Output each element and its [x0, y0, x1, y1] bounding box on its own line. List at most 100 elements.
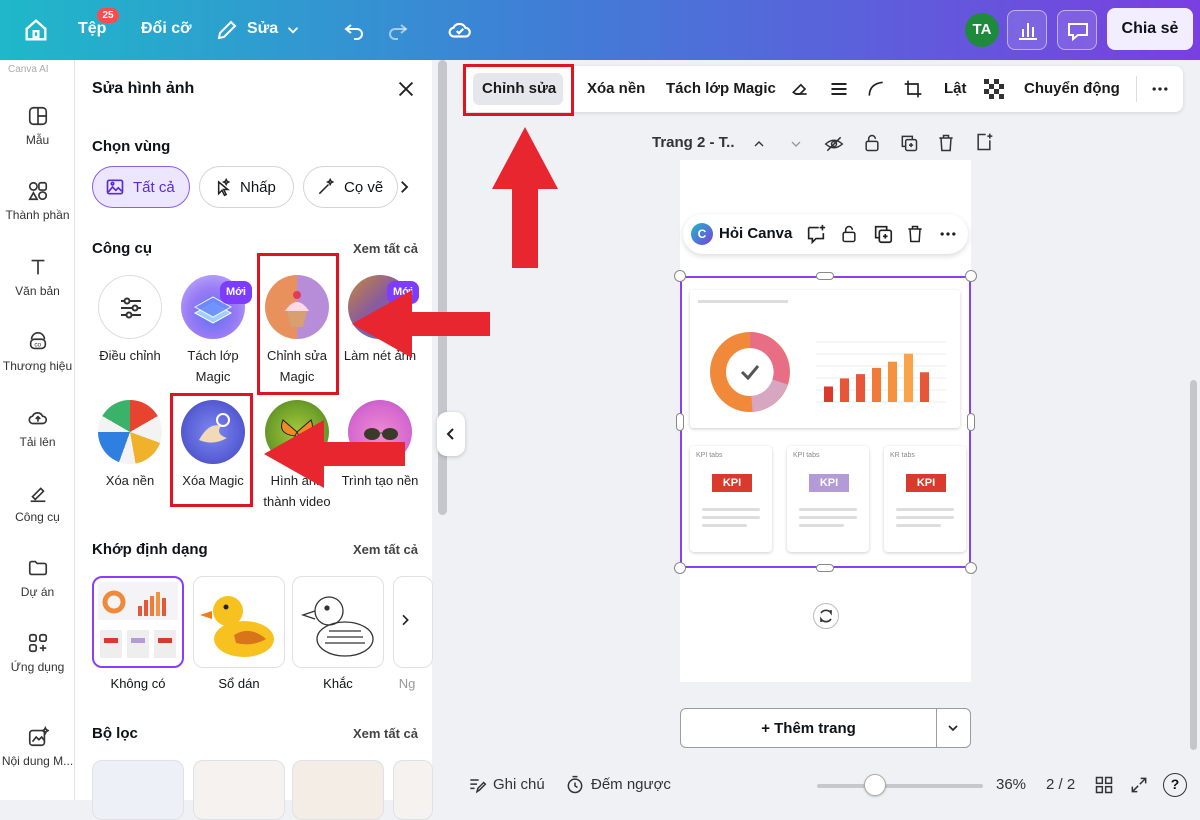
filter-thumb[interactable] [92, 760, 184, 820]
zoom-slider-track[interactable] [817, 784, 983, 788]
trash-icon[interactable] [905, 223, 925, 245]
lock-icon[interactable] [862, 133, 882, 153]
folder-icon [28, 560, 47, 576]
help-button[interactable]: ? [1163, 773, 1187, 797]
magic-layers-button[interactable]: Tách lớp Magic [666, 80, 776, 97]
corner-radius-icon[interactable] [866, 79, 886, 99]
resize-handle[interactable] [967, 413, 975, 431]
comment-add-icon[interactable] [805, 223, 827, 245]
pencil-icon [217, 20, 237, 40]
add-page-button[interactable]: + Thêm trang [680, 708, 971, 748]
brand-icon: co [29, 332, 46, 350]
share-button[interactable]: Chia sẻ [1107, 8, 1193, 50]
nav-item-brand[interactable]: co Thương hiệu [0, 331, 75, 373]
resize-handle[interactable] [965, 270, 977, 282]
timer-button[interactable]: Đếm ngược [591, 776, 671, 793]
insights-button[interactable] [1007, 10, 1047, 50]
notification-badge: 25 [97, 8, 119, 23]
notes-button[interactable]: Ghi chú [493, 776, 545, 793]
chevron-right-icon[interactable] [397, 612, 413, 628]
crop-icon[interactable] [903, 79, 923, 99]
zoom-level[interactable]: 36% [996, 776, 1026, 793]
undo-icon[interactable] [342, 16, 366, 44]
filter-thumb[interactable] [193, 760, 285, 820]
ask-canva-button[interactable]: Hỏi Canva [719, 225, 792, 242]
fullscreen-icon[interactable] [1129, 775, 1149, 795]
chip-all[interactable]: Tất cả [92, 166, 190, 208]
resize-handle[interactable] [676, 413, 684, 431]
resize-handle[interactable] [674, 562, 686, 574]
eraser-icon[interactable] [790, 79, 810, 99]
resize-menu[interactable]: Đổi cỡ [141, 20, 192, 38]
chevron-down-icon[interactable] [945, 720, 961, 736]
chevron-right-icon[interactable] [395, 178, 413, 196]
zoom-slider-thumb[interactable] [864, 774, 886, 796]
nav-item-uploads[interactable]: Tải lên [0, 407, 75, 449]
remove-bg-button[interactable]: Xóa nền [587, 80, 645, 97]
chevron-down-icon[interactable] [787, 136, 805, 152]
tools-see-all[interactable]: Xem tất cả [353, 241, 418, 256]
template-icon [28, 106, 47, 126]
grid-view-icon[interactable] [1094, 775, 1114, 795]
avatar[interactable]: TA [965, 13, 999, 47]
style-thumb-scrapbook[interactable] [193, 576, 285, 668]
comments-button[interactable] [1057, 10, 1097, 50]
chip-brush[interactable]: Cọ vẽ [303, 166, 398, 208]
edit-menu[interactable]: Sửa [247, 20, 278, 38]
tool-remove-bg[interactable]: Xóa nền [89, 400, 171, 491]
nav-item-apps[interactable]: Ứng dụng [0, 632, 75, 674]
nav-label: Dự án [20, 585, 55, 599]
border-style-icon[interactable] [828, 79, 850, 99]
filter-thumb[interactable] [393, 760, 433, 820]
flip-button[interactable]: Lật [944, 80, 967, 97]
resize-handle[interactable] [965, 562, 977, 574]
new-badge: Mới [219, 281, 252, 304]
style-thumb-none[interactable] [92, 576, 184, 668]
animate-button[interactable]: Chuyển động [1024, 80, 1120, 97]
beach-ball-icon [98, 400, 162, 464]
nav-item-elements[interactable]: Thành phần [0, 180, 75, 222]
more-icon[interactable] [1149, 79, 1171, 99]
close-icon[interactable] [395, 78, 417, 100]
canvas-scrollbar[interactable] [1190, 380, 1197, 750]
nav-item-tools[interactable]: Công cụ [0, 482, 75, 524]
filters-title: Bộ lọc [92, 725, 138, 742]
chevron-down-icon[interactable] [284, 16, 302, 44]
duck-icon [200, 596, 274, 657]
tool-adjust[interactable]: Điều chỉnh [89, 275, 171, 366]
duplicate-icon[interactable] [872, 223, 894, 245]
nav-item-templates[interactable]: Mẫu [0, 105, 75, 147]
style-label: Sổ dán [218, 676, 260, 691]
nav-item-magic-media[interactable]: Nội dung M... [0, 726, 75, 768]
tool-magic-layers[interactable]: Mới Tách lớp Magic [172, 275, 254, 387]
collapse-panel-button[interactable] [437, 412, 465, 456]
redo-icon[interactable] [386, 16, 410, 44]
notes-icon[interactable] [467, 775, 487, 795]
rotate-handle[interactable] [813, 603, 839, 629]
tool-label: Tách lớp Magic [187, 348, 239, 384]
cloud-check-icon[interactable] [447, 16, 473, 44]
page-count[interactable]: 2 / 2 [1046, 776, 1075, 793]
more-icon[interactable] [937, 224, 959, 244]
duplicate-icon[interactable] [899, 133, 919, 153]
trash-icon[interactable] [936, 133, 956, 153]
eye-icon[interactable] [823, 134, 845, 154]
style-thumb-engrave[interactable] [292, 576, 384, 668]
chevron-up-icon[interactable] [750, 136, 768, 152]
style-match-see-all[interactable]: Xem tất cả [353, 542, 418, 557]
chip-click[interactable]: Nhấp [199, 166, 294, 208]
nav-item-text[interactable]: Văn bản [0, 256, 75, 298]
resize-handle[interactable] [816, 272, 834, 280]
transparency-icon[interactable] [984, 79, 1004, 99]
filter-thumb[interactable] [292, 760, 384, 820]
add-page-icon[interactable] [974, 132, 994, 152]
filters-see-all[interactable]: Xem tất cả [353, 726, 418, 741]
timer-icon[interactable] [565, 775, 585, 795]
resize-handle[interactable] [816, 564, 834, 572]
resize-handle[interactable] [674, 270, 686, 282]
page-title[interactable]: Trang 2 - T.. [652, 134, 735, 151]
nav-label: Công cụ [15, 510, 60, 524]
home-icon[interactable] [22, 16, 50, 44]
lock-icon[interactable] [839, 223, 859, 245]
nav-item-projects[interactable]: Dự án [0, 557, 75, 599]
